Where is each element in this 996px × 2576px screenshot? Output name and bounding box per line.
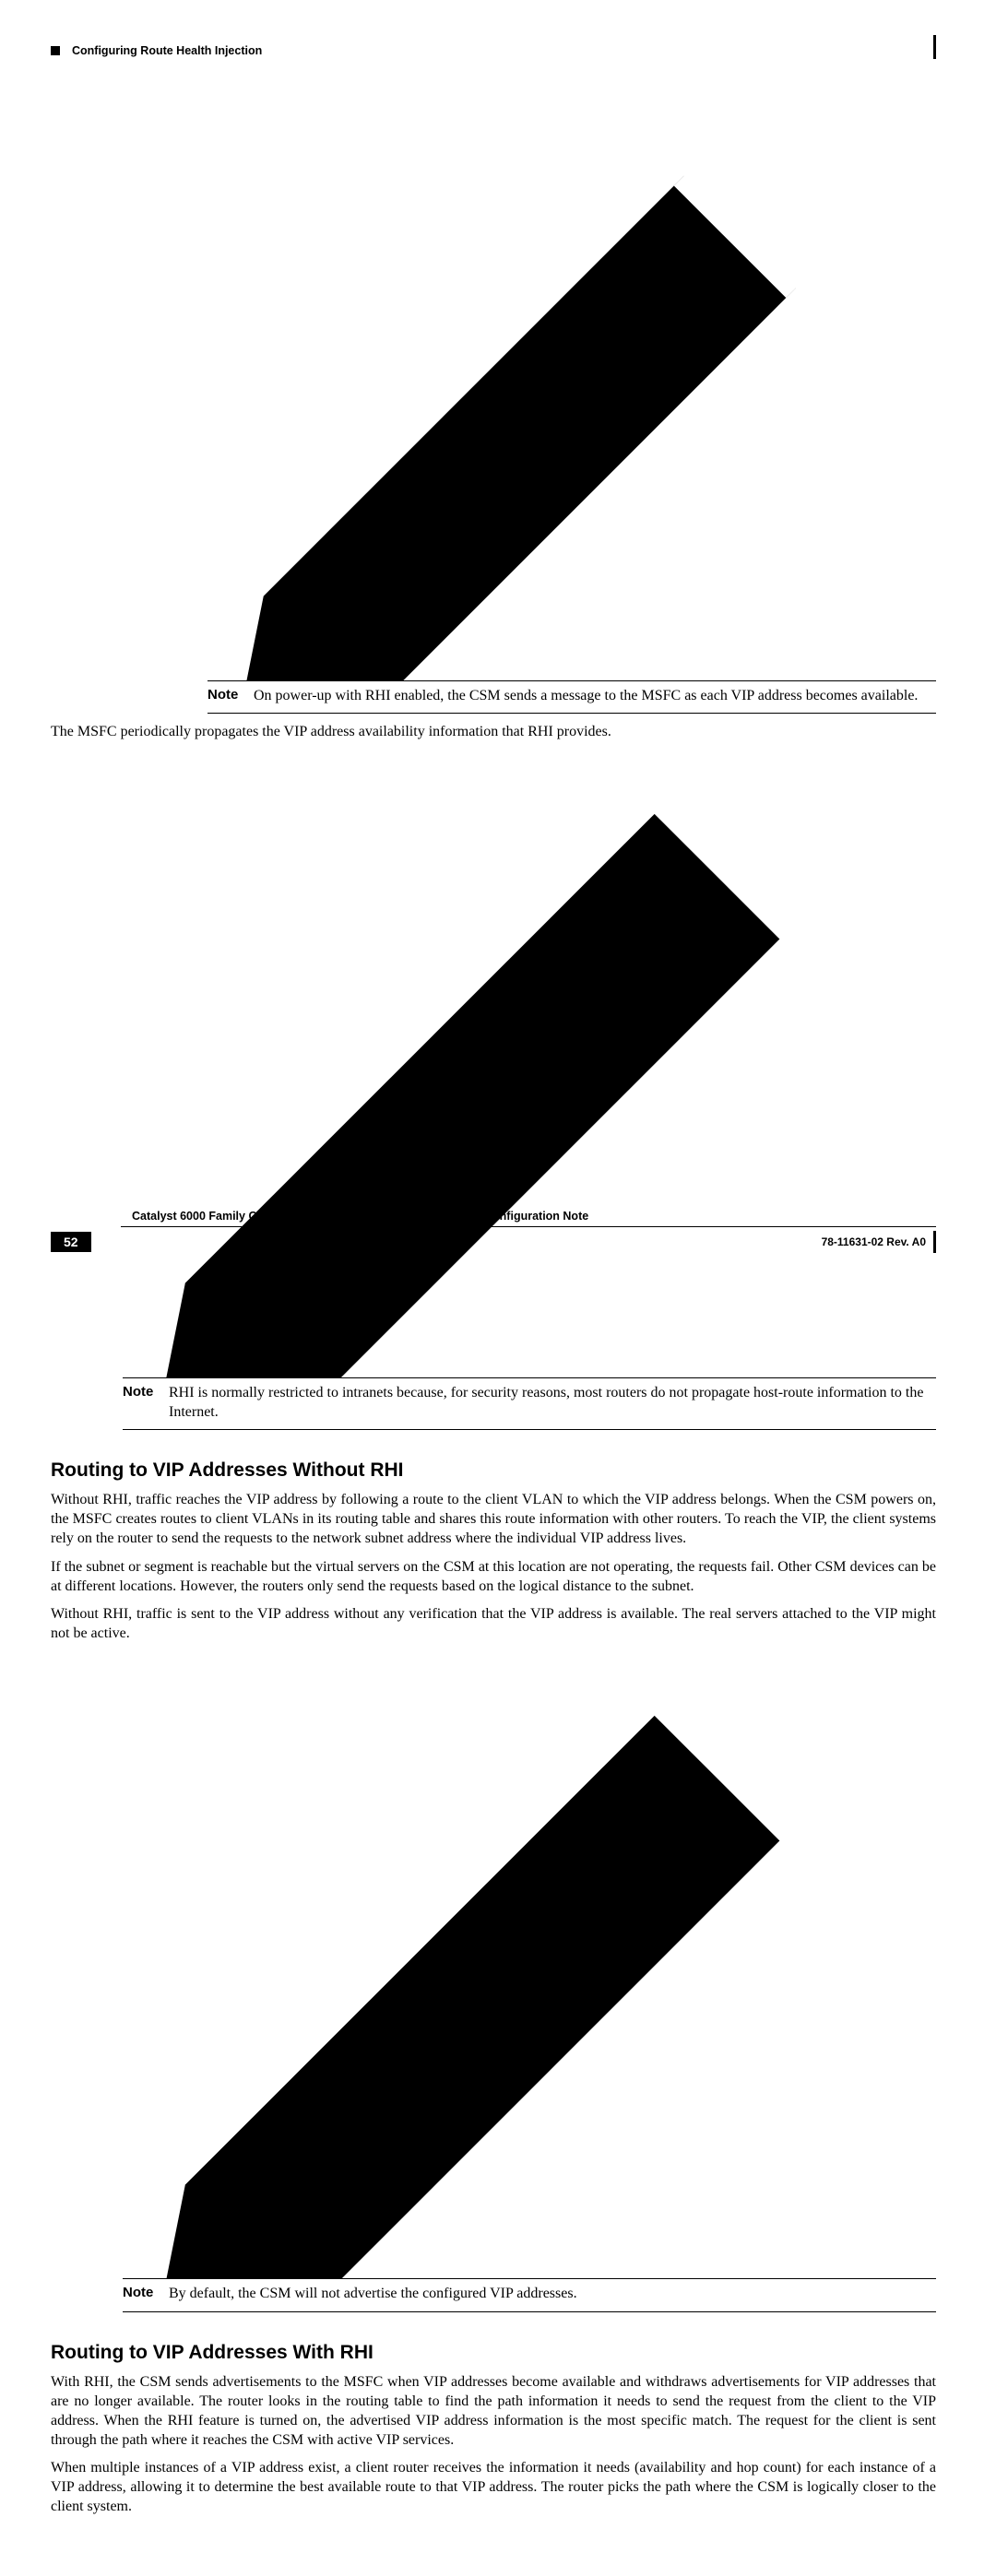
footer-doc-title: Catalyst 6000 Family Content Switching M… [132,1210,588,1223]
body-paragraph: If the subnet or segment is reachable bu… [51,1558,936,1597]
crop-mark [933,35,936,59]
section-heading: Routing to VIP Addresses With RHI [51,2342,936,2364]
crop-mark [51,46,60,55]
running-header: Configuring Route Health Injection [72,44,262,57]
note-block: Note On power-up with RHI enabled, the C… [208,120,936,714]
pencil-icon [123,1653,936,2278]
body-paragraph: Without RHI, traffic reaches the VIP add… [51,1491,936,1548]
note-text: On power-up with RHI enabled, the CSM se… [254,687,936,706]
page-number: 52 [51,1232,91,1252]
body-paragraph: When multiple instances of a VIP address… [51,2459,936,2516]
note-label: Note [208,687,254,706]
page-footer: Catalyst 6000 Family Content Switching M… [51,1226,936,1253]
body-paragraph: Without RHI, traffic is sent to the VIP … [51,1605,936,1644]
note-text: By default, the CSM will not advertise t… [169,2285,936,2304]
note-block: Note With RHI, you must also configure p… [123,2526,936,2576]
pencil-icon [123,2526,936,2576]
pencil-icon [123,751,936,1377]
section-heading: Routing to VIP Addresses Without RHI [51,1459,936,1482]
crop-mark [933,1231,936,1253]
pencil-icon [208,120,936,680]
footer-revision: 78-11631-02 Rev. A0 [822,1235,926,1248]
note-block: Note RHI is normally restricted to intra… [123,751,936,1430]
note-label: Note [123,1384,169,1423]
note-label: Note [123,2285,169,2304]
body-paragraph: With RHI, the CSM sends advertisements t… [51,2373,936,2450]
note-block: Note By default, the CSM will not advert… [123,1653,936,2312]
body-paragraph: The MSFC periodically propagates the VIP… [51,723,936,742]
note-text: RHI is normally restricted to intranets … [169,1384,936,1423]
